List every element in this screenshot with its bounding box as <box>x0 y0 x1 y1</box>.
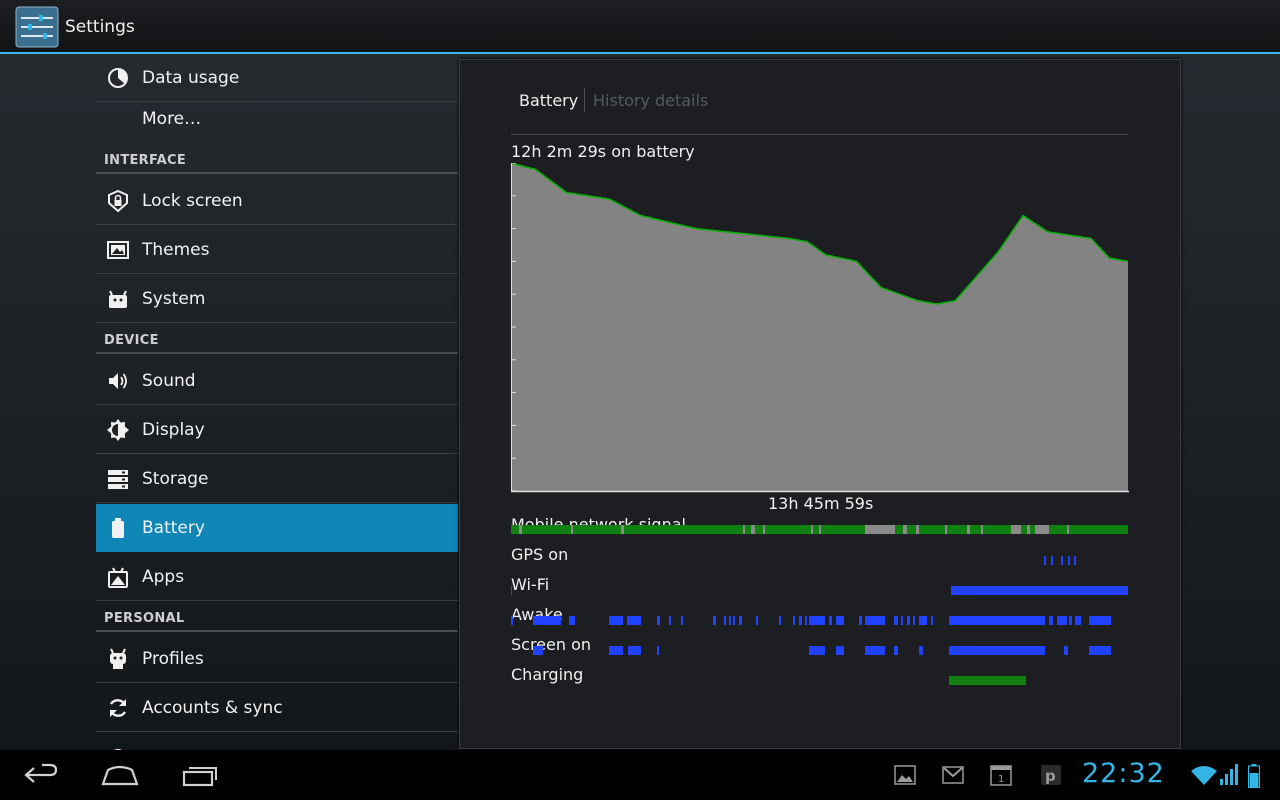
calendar-icon[interactable]: 1 <box>990 764 1012 786</box>
screen-on-track <box>533 646 1111 655</box>
data-usage-icon <box>108 68 128 88</box>
section-header-device: DEVICE <box>96 326 458 354</box>
svg-text:1: 1 <box>998 774 1004 785</box>
status-clock[interactable]: 22:32 <box>1082 758 1165 789</box>
settings-item-themes[interactable]: Themes <box>96 226 458 274</box>
p-app-icon[interactable]: p <box>1040 764 1062 786</box>
tab-battery[interactable]: Battery <box>519 91 578 110</box>
home-icon[interactable] <box>100 762 140 788</box>
settings-item-label: Accounts & sync <box>142 698 283 718</box>
cell-signal-icon[interactable] <box>1218 764 1238 786</box>
section-header-personal: PERSONAL <box>96 604 458 632</box>
settings-item-label: Storage <box>142 469 209 489</box>
tab-underline <box>511 134 1128 135</box>
mobile-signal-track <box>511 525 1128 534</box>
battery-icon <box>112 518 124 538</box>
battery-status-icon[interactable] <box>1248 764 1260 788</box>
gallery-icon[interactable] <box>894 764 916 786</box>
settings-item-sound[interactable]: Sound <box>96 357 458 405</box>
battery-chart <box>511 163 1129 493</box>
settings-item-label: Apps <box>142 567 185 587</box>
svg-text:p: p <box>1045 767 1056 785</box>
chart-duration-label: 13h 45m 59s <box>768 494 874 513</box>
speaker-icon <box>109 373 127 389</box>
themes-icon <box>107 241 129 259</box>
charging-track <box>949 676 1026 685</box>
settings-item-label: More… <box>142 109 202 129</box>
settings-item-battery[interactable]: Battery <box>96 504 458 552</box>
profiles-icon <box>110 648 126 669</box>
settings-item-display[interactable]: Display <box>96 406 458 454</box>
settings-item-label: Profiles <box>142 649 204 669</box>
settings-item-system[interactable]: System <box>96 275 458 323</box>
wifi-signal-icon[interactable] <box>1190 764 1218 786</box>
settings-item-partial[interactable] <box>96 733 458 750</box>
history-tracks <box>511 525 1128 685</box>
awake-track <box>511 616 1111 625</box>
brightness-icon <box>107 419 129 441</box>
app-title: Settings <box>65 17 135 37</box>
battery-detail-panel: Battery History details 12h 2m 29s on ba… <box>459 59 1181 749</box>
apps-icon <box>108 567 128 588</box>
gmail-icon[interactable] <box>942 764 964 786</box>
recents-icon[interactable] <box>180 762 220 788</box>
section-header-interface: INTERFACE <box>96 146 458 174</box>
settings-item-label: Data usage <box>142 68 240 88</box>
settings-item-storage[interactable]: Storage <box>96 455 458 503</box>
lock-icon <box>108 189 128 213</box>
settings-item-label: Lock screen <box>142 191 243 211</box>
settings-item-accounts-sync[interactable]: Accounts & sync <box>96 684 458 732</box>
settings-item-label: Sound <box>142 371 196 391</box>
settings-list: Data usage More… INTERFACE Lock screen T… <box>96 54 458 750</box>
tab-divider <box>584 88 585 112</box>
settings-item-label: Battery <box>142 518 205 538</box>
tab-history-details[interactable]: History details <box>593 91 708 110</box>
settings-app-icon[interactable] <box>15 6 59 48</box>
settings-item-label: System <box>142 289 206 309</box>
battery-level-area <box>511 163 1128 491</box>
settings-item-label: Display <box>142 420 205 440</box>
battery-time-label: 12h 2m 29s on battery <box>511 142 695 161</box>
settings-item-apps[interactable]: Apps <box>96 553 458 601</box>
settings-item-more[interactable]: More… <box>96 95 458 143</box>
sync-icon <box>109 699 127 717</box>
settings-item-lock-screen[interactable]: Lock screen <box>96 177 458 225</box>
android-icon <box>109 290 127 308</box>
storage-icon <box>108 470 128 489</box>
back-icon[interactable] <box>22 762 62 788</box>
gps-track <box>1044 556 1076 565</box>
wifi-track <box>511 586 1128 595</box>
settings-item-profiles[interactable]: Profiles <box>96 635 458 683</box>
navigation-bar: 1 p 22:32 <box>0 750 1280 800</box>
action-bar: Settings <box>0 0 1280 54</box>
settings-item-label: Themes <box>142 240 210 260</box>
main-area: Data usage More… INTERFACE Lock screen T… <box>0 54 1280 750</box>
